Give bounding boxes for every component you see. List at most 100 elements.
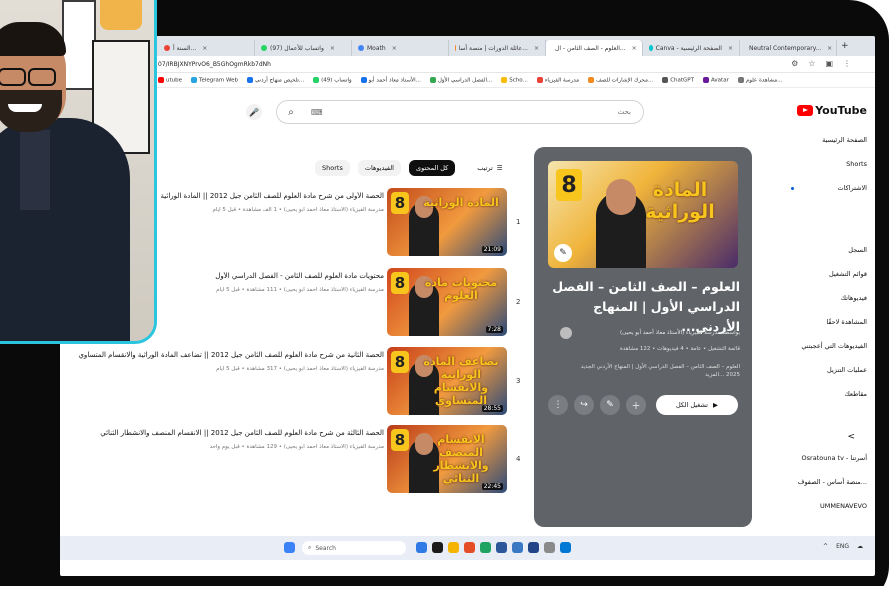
more-options-button[interactable]: ⋮ — [548, 395, 568, 415]
sidebar-item[interactable]: السجل — [848, 246, 867, 254]
taskbar-app-icon[interactable] — [544, 542, 555, 553]
tab-close-icon[interactable]: × — [827, 45, 832, 52]
tab-close-icon[interactable]: × — [632, 45, 637, 52]
owner-avatar[interactable] — [560, 327, 572, 339]
sidebar-item[interactable]: Osratouna tv - أسرتنا — [802, 454, 867, 462]
bookmark-star-icon[interactable]: ☆ — [808, 59, 815, 68]
bookmark-item[interactable]: مدرسة الفيزياء — [536, 76, 579, 83]
taskbar-app-icon[interactable] — [464, 542, 475, 553]
video-thumbnail[interactable]: 8 تضاعف المادة الوراثية والانقسام المتساو… — [387, 347, 507, 415]
sidebar-item[interactable]: Shorts — [846, 160, 867, 168]
windows-taskbar: ⌕ Search ^ ENG ☁ — [60, 536, 875, 560]
sort-button[interactable]: ترتيب ☰ — [477, 164, 502, 172]
tab-close-icon[interactable]: × — [202, 45, 207, 52]
tab-favicon-icon — [261, 45, 267, 51]
windows-start-icon[interactable] — [284, 542, 295, 553]
sidebar-item[interactable]: مقاطعك — [844, 390, 867, 398]
browser-tab[interactable]: واتساب للأعمال (97) × — [255, 40, 352, 56]
playlist-description[interactable]: العلوم – الصف الثامن – الفصل الدراسي الأ… — [580, 363, 740, 379]
taskbar-app-icon[interactable] — [432, 542, 443, 553]
keyboard-icon[interactable]: ⌨ — [311, 108, 323, 117]
video-title[interactable]: الحصة الثانية من شرح مادة العلوم للصف ال… — [60, 351, 384, 359]
search-box[interactable]: ⌕ ⌨ — [276, 100, 644, 124]
playlist-thumbnail[interactable]: 8 المادة الوراثية ✎ — [548, 161, 738, 268]
youtube-play-icon — [797, 105, 814, 116]
sidebar-item[interactable]: قوائم التشغيل — [829, 270, 867, 278]
browser-tab[interactable]: السنة أ... × — [158, 40, 255, 56]
bookmark-item[interactable]: تلخيص منهاج أردني... — [246, 76, 304, 83]
taskbar-app-icon[interactable] — [480, 542, 491, 553]
taskbar-search[interactable]: ⌕ Search — [302, 541, 406, 555]
edit-playlist-button[interactable]: ✎ — [600, 395, 620, 415]
bookmark-item[interactable]: Avatar — [702, 76, 729, 83]
playlist-owner[interactable]: بواسطة مدرسة الفيزياء (الأستاذ معاذ أحمد… — [620, 330, 740, 336]
sort-label: ترتيب — [477, 164, 493, 172]
taskbar-app-icon[interactable] — [448, 542, 459, 553]
youtube-sidebar: الصفحة الرئيسية Shorts الاشتراكات السجل قوائ… — [783, 136, 875, 546]
taskbar-app-icon[interactable] — [512, 542, 523, 553]
tab-favicon-icon — [164, 45, 170, 51]
video-thumbnail[interactable]: 8 المادة الوراثية 21:09 — [387, 188, 507, 256]
address-bar[interactable]: 07/IRBJXNYPrvO6_B5GhOgmRkb7dNh ⚙ ☆ ▣ ⋮ — [60, 56, 875, 73]
taskbar-app-icon[interactable] — [496, 542, 507, 553]
sidebar-item[interactable]: المشاهدة لاحقًا — [826, 318, 867, 326]
sidebar-item[interactable]: < — [847, 432, 855, 442]
browser-tab[interactable]: العلوم - الصف الثامن - ال... × — [546, 40, 643, 56]
bookmark-item[interactable]: ChatGPT — [662, 76, 694, 83]
search-input[interactable] — [322, 107, 643, 117]
presenter-smile — [8, 104, 42, 112]
video-title[interactable]: الحصة الثالثة من شرح مادة العلوم للصف ال… — [60, 429, 384, 437]
play-all-button[interactable]: تشغيل الكل ▶ — [656, 395, 738, 415]
browser-tab[interactable]: Moath × — [352, 40, 449, 56]
bookmark-item[interactable]: utube — [158, 76, 182, 83]
sidebar-item[interactable]: عمليات التنزيل — [827, 366, 867, 374]
search-icon[interactable]: ⌕ — [277, 101, 305, 123]
sidebar-item[interactable]: الصفحة الرئيسية — [822, 136, 867, 144]
video-thumbnail[interactable]: 8 محتويات مادة العلوم 7:28 — [387, 268, 507, 336]
glasses-lens — [0, 68, 26, 86]
chip-shorts[interactable]: Shorts — [315, 160, 350, 176]
bookmark-label: Scho... — [509, 77, 528, 84]
bookmark-item[interactable]: الأستاذ معاذ أحمد أبو... — [360, 76, 421, 83]
tab-close-icon[interactable]: × — [534, 45, 539, 52]
bookmark-item[interactable]: محرك الإشارات للصف... — [588, 76, 653, 83]
add-video-button[interactable]: ＋ — [626, 395, 646, 415]
playlist-video-row[interactable]: 4 8 الانقسام المنصف والانشطار الثنائي 22:45… — [60, 425, 528, 497]
bookmark-item[interactable]: Scho... — [501, 76, 528, 84]
chip-videos[interactable]: الفيديوهات — [357, 160, 401, 176]
bookmark-item[interactable]: واتساب (49) — [313, 76, 352, 83]
tab-close-icon[interactable]: × — [330, 45, 335, 52]
tray-chevron-icon[interactable]: ^ — [823, 543, 828, 550]
taskbar-app-icon[interactable] — [528, 542, 539, 553]
share-button[interactable]: ↪ — [574, 395, 594, 415]
video-thumbnail[interactable]: 8 الانقسام المنصف والانشطار الثنائي 22:45 — [387, 425, 507, 493]
url-text[interactable]: 07/IRBJXNYPrvO6_B5GhOgmRkb7dNh — [158, 61, 271, 68]
browser-tab[interactable]: Canva - الصفحة الرئيسية × — [643, 40, 740, 56]
bookmark-item[interactable]: Telegram Web — [191, 76, 238, 83]
browser-tab[interactable]: عائلة الدورات | منصة أسا... × — [449, 40, 546, 56]
chip-all-content[interactable]: كل المحتوى — [409, 160, 456, 176]
playlist-video-row[interactable]: 3 8 تضاعف المادة الوراثية والانقسام المتسا… — [60, 347, 528, 419]
tray-cloud-icon[interactable]: ☁ — [857, 543, 863, 550]
play-icon: ▶ — [713, 401, 718, 409]
voice-search-mic-icon[interactable]: 🎤 — [246, 104, 262, 120]
taskbar-app-icon[interactable] — [560, 542, 571, 553]
profile-icon[interactable]: ▣ — [825, 59, 833, 68]
bookmark-item[interactable]: الفصل الدراسي الأول... — [429, 76, 492, 83]
sidebar-item[interactable]: منصة أساس - الصفوف... — [798, 478, 867, 486]
sidebar-item[interactable]: الاشتراكات — [837, 184, 867, 192]
menu-icon[interactable]: ⋮ — [843, 59, 851, 68]
browser-tab[interactable]: Neutral Contemporary... × — [740, 40, 837, 56]
tray-language[interactable]: ENG — [836, 543, 849, 550]
taskbar-app-icon[interactable] — [416, 542, 427, 553]
sidebar-item[interactable]: الفيديوهات التي أعجبتني — [801, 342, 867, 350]
tab-close-icon[interactable]: × — [728, 45, 733, 52]
youtube-logo[interactable]: YouTube — [797, 104, 867, 117]
tab-close-icon[interactable]: × — [392, 45, 397, 52]
bookmark-item[interactable]: مشاهدة علوم... — [737, 76, 782, 83]
edit-thumbnail-icon[interactable]: ✎ — [554, 244, 572, 262]
sidebar-item[interactable]: UMMENAVEVO — [820, 502, 867, 510]
new-tab-button[interactable]: + — [841, 41, 849, 51]
sidebar-item[interactable]: فيديوهاتك — [841, 294, 867, 302]
extensions-icon[interactable]: ⚙ — [791, 59, 798, 68]
